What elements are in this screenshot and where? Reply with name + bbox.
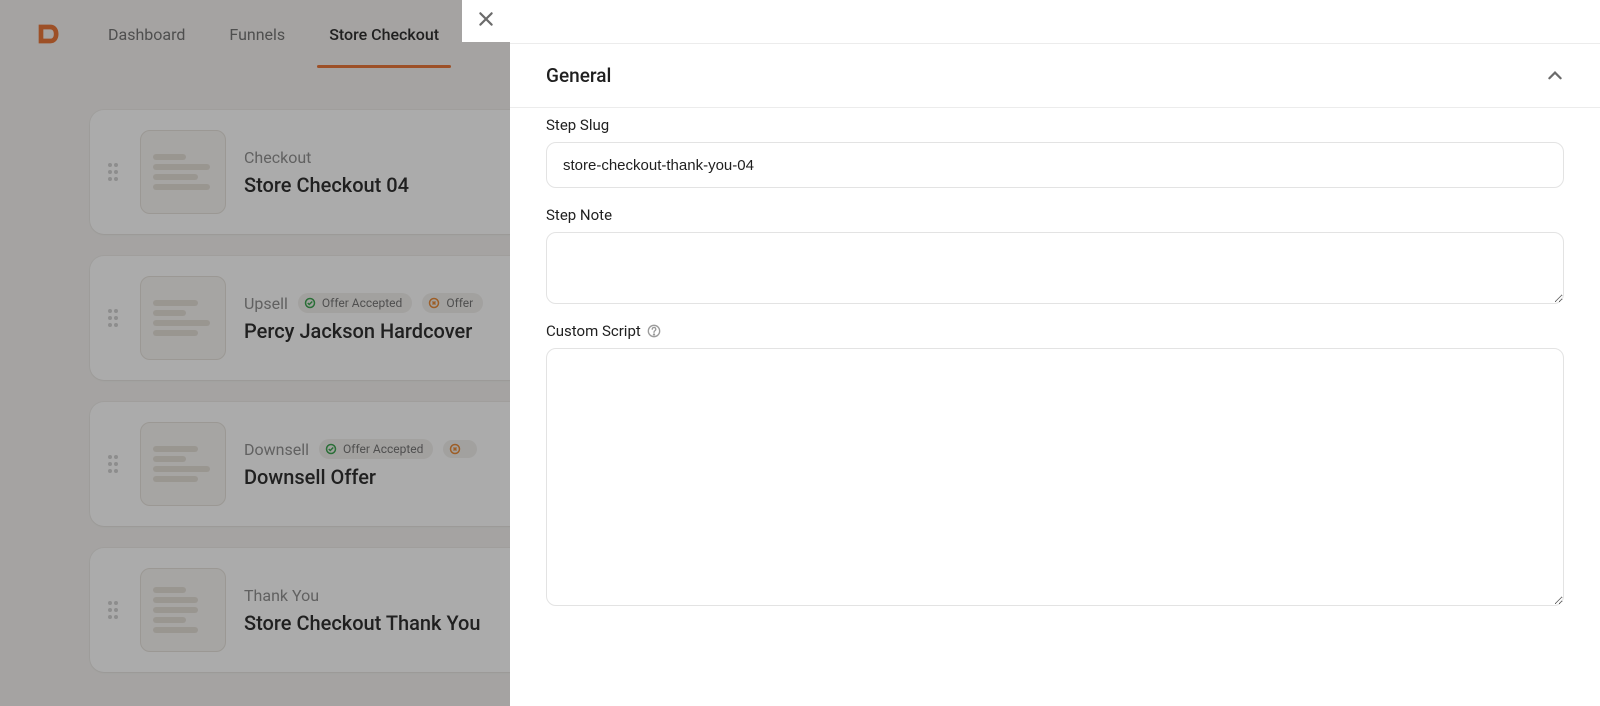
panel-header-spacer xyxy=(510,0,1600,44)
help-icon[interactable] xyxy=(647,324,661,338)
step-note-input[interactable] xyxy=(546,232,1564,304)
close-button[interactable] xyxy=(462,0,510,42)
field-custom-script: Custom Script xyxy=(546,322,1564,606)
chevron-up-icon xyxy=(1546,67,1564,85)
custom-script-label-text: Custom Script xyxy=(546,322,641,340)
field-step-note: Step Note xyxy=(546,206,1564,304)
step-note-label: Step Note xyxy=(546,206,1564,224)
section-general-body: Step Slug Step Note Custom Script xyxy=(510,108,1600,630)
close-icon xyxy=(477,10,495,32)
custom-script-label: Custom Script xyxy=(546,322,1564,340)
step-slug-input[interactable] xyxy=(546,142,1564,188)
step-slug-label: Step Slug xyxy=(546,116,1564,134)
section-general-header[interactable]: General xyxy=(510,44,1600,108)
custom-script-input[interactable] xyxy=(546,348,1564,606)
section-title: General xyxy=(546,64,611,87)
field-step-slug: Step Slug xyxy=(546,116,1564,188)
settings-panel: General Step Slug Step Note Custom Scrip… xyxy=(510,0,1600,706)
